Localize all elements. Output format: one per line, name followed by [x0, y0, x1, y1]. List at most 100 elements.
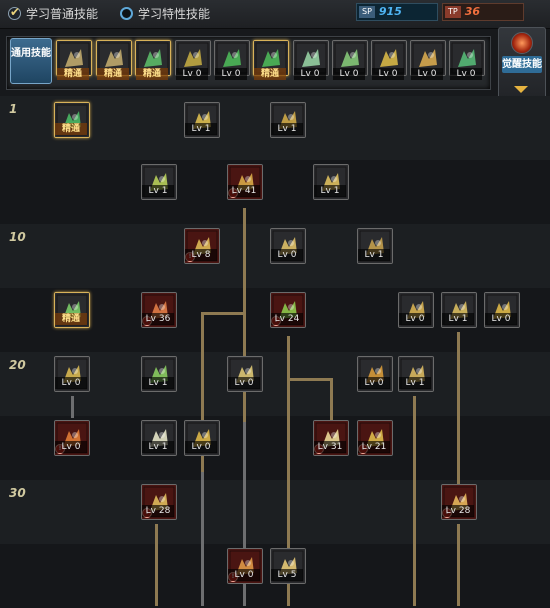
skill-level-label: Lv 1	[399, 377, 431, 389]
skill-level-label: Lv 8	[185, 249, 217, 261]
general-skills-button[interactable]: 通用技能	[10, 38, 52, 84]
tree-skill-slot[interactable]: Lv 1	[141, 356, 177, 392]
skill-level-label: Lv 0	[55, 377, 87, 389]
skill-level-label: Lv 0	[271, 249, 303, 261]
skill-level-label: 精通	[97, 68, 129, 80]
skill-level-label: Lv 0	[358, 377, 390, 389]
awakening-skills-button[interactable]: 觉醒技能	[498, 27, 546, 99]
learn-normal-skills-tab[interactable]: 学习普通技能	[8, 3, 98, 23]
skill-level-label: Lv 1	[271, 123, 303, 135]
connector-line	[287, 378, 333, 381]
skill-level-label: 精通	[254, 68, 286, 80]
skill-level-label: Lv 0	[215, 68, 247, 80]
skill-level-label: Lv 0	[485, 313, 517, 325]
tree-skill-slot[interactable]: Lv 0	[227, 356, 263, 392]
level-marker-1: 1	[9, 102, 18, 116]
connector-line	[201, 472, 204, 606]
tree-skill-slot[interactable]: Lv 5	[270, 548, 306, 584]
sp-points-display: SP 915	[356, 3, 438, 21]
tree-skill-slot[interactable]: Lv 1	[141, 164, 177, 200]
skill-tree: 1 10 20 30 精通 Lv 1 Lv 1 Lv 1 !Lv 41 Lv 1 !Lv 8…	[0, 96, 550, 608]
skill-level-label: Lv 0	[372, 68, 404, 80]
connector-line	[457, 332, 460, 484]
skill-level-label: Lv 1	[142, 377, 174, 389]
skill-level-label: Lv 31	[314, 441, 346, 453]
checkbox-checked-icon	[8, 3, 21, 21]
learn-trait-skills-tab[interactable]: 学习特性技能	[120, 5, 210, 23]
skill-level-label: 精通	[55, 123, 87, 135]
tp-points-value: 36	[464, 5, 481, 18]
connector-line	[330, 378, 333, 421]
general-skill-slot[interactable]: 精通	[253, 40, 289, 82]
tree-skill-slot[interactable]: 精通	[54, 102, 90, 138]
tree-skill-slot[interactable]: !Lv 36	[141, 292, 177, 328]
tree-skill-slot[interactable]: Lv 1	[357, 228, 393, 264]
sp-points-key: SP	[359, 6, 375, 18]
connector-line	[201, 312, 246, 315]
tree-skill-slot[interactable]: Lv 0	[184, 420, 220, 456]
general-skill-slot[interactable]: Lv 0	[214, 40, 250, 82]
tree-skill-slot[interactable]: Lv 0	[270, 228, 306, 264]
skill-level-label: Lv 1	[314, 185, 346, 197]
level-marker-20: 20	[9, 358, 26, 372]
tree-skill-slot[interactable]: Lv 1	[270, 102, 306, 138]
skill-level-label: Lv 21	[358, 441, 390, 453]
tree-skill-slot[interactable]: Lv 1	[184, 102, 220, 138]
connector-line	[71, 396, 74, 418]
skill-level-label: Lv 24	[271, 313, 303, 325]
general-skill-slot[interactable]: Lv 0	[410, 40, 446, 82]
level-marker-10: 10	[9, 230, 26, 244]
radio-circle-icon	[120, 7, 133, 20]
skill-level-label: Lv 0	[450, 68, 482, 80]
awakening-orb-icon	[511, 32, 533, 54]
chevron-down-icon	[514, 86, 528, 93]
skill-level-label: Lv 0	[399, 313, 431, 325]
skill-level-label: Lv 0	[411, 68, 443, 80]
tp-points-display: TP 36	[442, 3, 524, 21]
skill-level-label: Lv 1	[142, 185, 174, 197]
tree-skill-slot[interactable]: !Lv 28	[441, 484, 477, 520]
skill-level-label: 精通	[55, 313, 87, 325]
tree-skill-slot[interactable]: !Lv 21	[357, 420, 393, 456]
skill-level-label: Lv 28	[442, 505, 474, 517]
general-skill-slot[interactable]: 精通	[135, 40, 171, 82]
top-bar: 学习普通技能 学习特性技能 SP915 TP36	[0, 0, 550, 29]
tree-skill-slot[interactable]: !Lv 8	[184, 228, 220, 264]
skill-level-label: Lv 1	[358, 249, 390, 261]
tree-skill-slot[interactable]: Lv 1	[141, 420, 177, 456]
skill-level-label: Lv 41	[228, 185, 260, 197]
tree-skill-slot[interactable]: Lv 1	[398, 356, 434, 392]
general-skill-slot[interactable]: Lv 0	[371, 40, 407, 82]
skill-level-label: Lv 1	[142, 441, 174, 453]
skill-level-label: Lv 0	[294, 68, 326, 80]
skill-level-label: 精通	[57, 68, 89, 80]
tree-skill-slot[interactable]: Lv 1	[441, 292, 477, 328]
connector-line	[413, 396, 416, 606]
tree-skill-slot[interactable]: 精通	[54, 292, 90, 328]
tree-skill-slot[interactable]: Lv 1	[313, 164, 349, 200]
tree-skill-slot[interactable]: !Lv 0	[227, 548, 263, 584]
tree-skill-slot[interactable]: !Lv 0	[54, 420, 90, 456]
tree-skill-slot[interactable]: Lv 0	[54, 356, 90, 392]
awakening-skills-label: 觉醒技能	[502, 56, 542, 73]
tree-skill-slot[interactable]: Lv 0	[357, 356, 393, 392]
connector-line	[457, 524, 460, 606]
general-skill-slot[interactable]: Lv 0	[175, 40, 211, 82]
tree-skill-slot[interactable]: !Lv 28	[141, 484, 177, 520]
general-skill-slot[interactable]: Lv 0	[293, 40, 329, 82]
skill-level-label: Lv 0	[185, 441, 217, 453]
tree-skill-slot[interactable]: !Lv 31	[313, 420, 349, 456]
tree-skill-slot[interactable]: !Lv 24	[270, 292, 306, 328]
skill-level-label: Lv 1	[442, 313, 474, 325]
level-marker-30: 30	[9, 486, 26, 500]
skill-level-label: Lv 0	[176, 68, 208, 80]
general-skill-slot[interactable]: Lv 0	[449, 40, 485, 82]
general-skill-slot[interactable]: 精通	[56, 40, 92, 82]
general-skills-label: 通用技能	[11, 48, 51, 59]
tree-skill-slot[interactable]: Lv 0	[398, 292, 434, 328]
skill-level-label: Lv 28	[142, 505, 174, 517]
general-skill-slot[interactable]: Lv 0	[332, 40, 368, 82]
general-skill-slot[interactable]: 精通	[96, 40, 132, 82]
tree-skill-slot[interactable]: !Lv 41	[227, 164, 263, 200]
tree-skill-slot[interactable]: Lv 0	[484, 292, 520, 328]
